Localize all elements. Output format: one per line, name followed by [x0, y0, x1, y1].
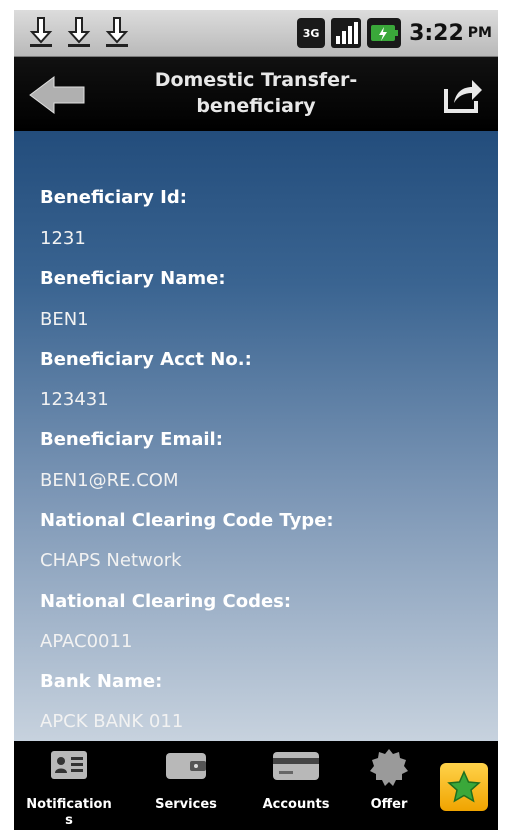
field-value-clearing-codes: APAC0011: [40, 631, 133, 652]
download-icon: [67, 17, 91, 47]
field-value-beneficiary-name: BEN1: [40, 309, 89, 330]
battery-charging-icon: [367, 18, 402, 48]
nav-notifications-label-line1: Notification: [26, 797, 112, 812]
badge-seal-icon: [370, 749, 408, 786]
page-title: Domestic Transfer- beneficiary: [124, 67, 388, 119]
field-label-clearing-codes: National Clearing Codes:: [40, 591, 292, 612]
nav-notifications-label-line2: s: [65, 813, 73, 828]
clock-ampm: PM: [467, 25, 492, 41]
download-icon: [105, 17, 129, 47]
back-arrow-icon[interactable]: [28, 75, 88, 115]
bottom-nav: Notification s Services Accounts Offer: [14, 741, 498, 830]
field-value-beneficiary-acct-no: 123431: [40, 389, 109, 410]
nav-accounts[interactable]: Accounts: [241, 741, 351, 830]
title-bar: Domestic Transfer- beneficiary: [14, 57, 498, 131]
download-icon: [29, 17, 53, 47]
status-bar: 3G 3:22 PM: [14, 10, 498, 57]
star-icon: [447, 770, 481, 803]
field-value-beneficiary-id: 1231: [40, 228, 86, 249]
page-title-line2: beneficiary: [196, 95, 316, 117]
network-3g-icon: 3G: [297, 18, 326, 48]
field-label-beneficiary-name: Beneficiary Name:: [40, 268, 226, 289]
contact-card-icon: [51, 751, 87, 779]
field-label-beneficiary-email: Beneficiary Email:: [40, 429, 223, 450]
clock-time: 3:22: [409, 20, 464, 46]
nav-offers[interactable]: Offer: [339, 741, 439, 830]
nav-services-label: Services: [155, 797, 217, 812]
field-value-clearing-code-type: CHAPS Network: [40, 550, 182, 571]
favorites-button[interactable]: [440, 763, 488, 811]
nav-services[interactable]: Services: [131, 741, 241, 830]
share-icon[interactable]: [444, 77, 484, 113]
credit-card-icon: [273, 752, 319, 780]
beneficiary-details: Beneficiary Id: 1231 Beneficiary Name: B…: [14, 131, 498, 741]
field-value-bank-name: APCK BANK 011: [40, 711, 184, 732]
page-title-line1: Domestic Transfer-: [154, 69, 358, 91]
nav-notifications[interactable]: Notification s: [14, 741, 124, 830]
phone-screen: 3G 3:22 PM Domestic Transfer- beneficiar…: [14, 10, 498, 830]
wallet-icon: [166, 753, 206, 779]
nav-notifications-label: Notification s: [14, 797, 124, 829]
field-value-beneficiary-email: BEN1@RE.COM: [40, 470, 179, 491]
signal-strength-icon: [331, 18, 362, 48]
nav-offers-label: Offer: [370, 797, 408, 812]
field-label-beneficiary-acct-no: Beneficiary Acct No.:: [40, 349, 252, 370]
field-label-clearing-code-type: National Clearing Code Type:: [40, 510, 334, 531]
nav-accounts-label: Accounts: [262, 797, 330, 812]
field-label-beneficiary-id: Beneficiary Id:: [40, 187, 187, 208]
field-label-bank-name: Bank Name:: [40, 671, 163, 692]
